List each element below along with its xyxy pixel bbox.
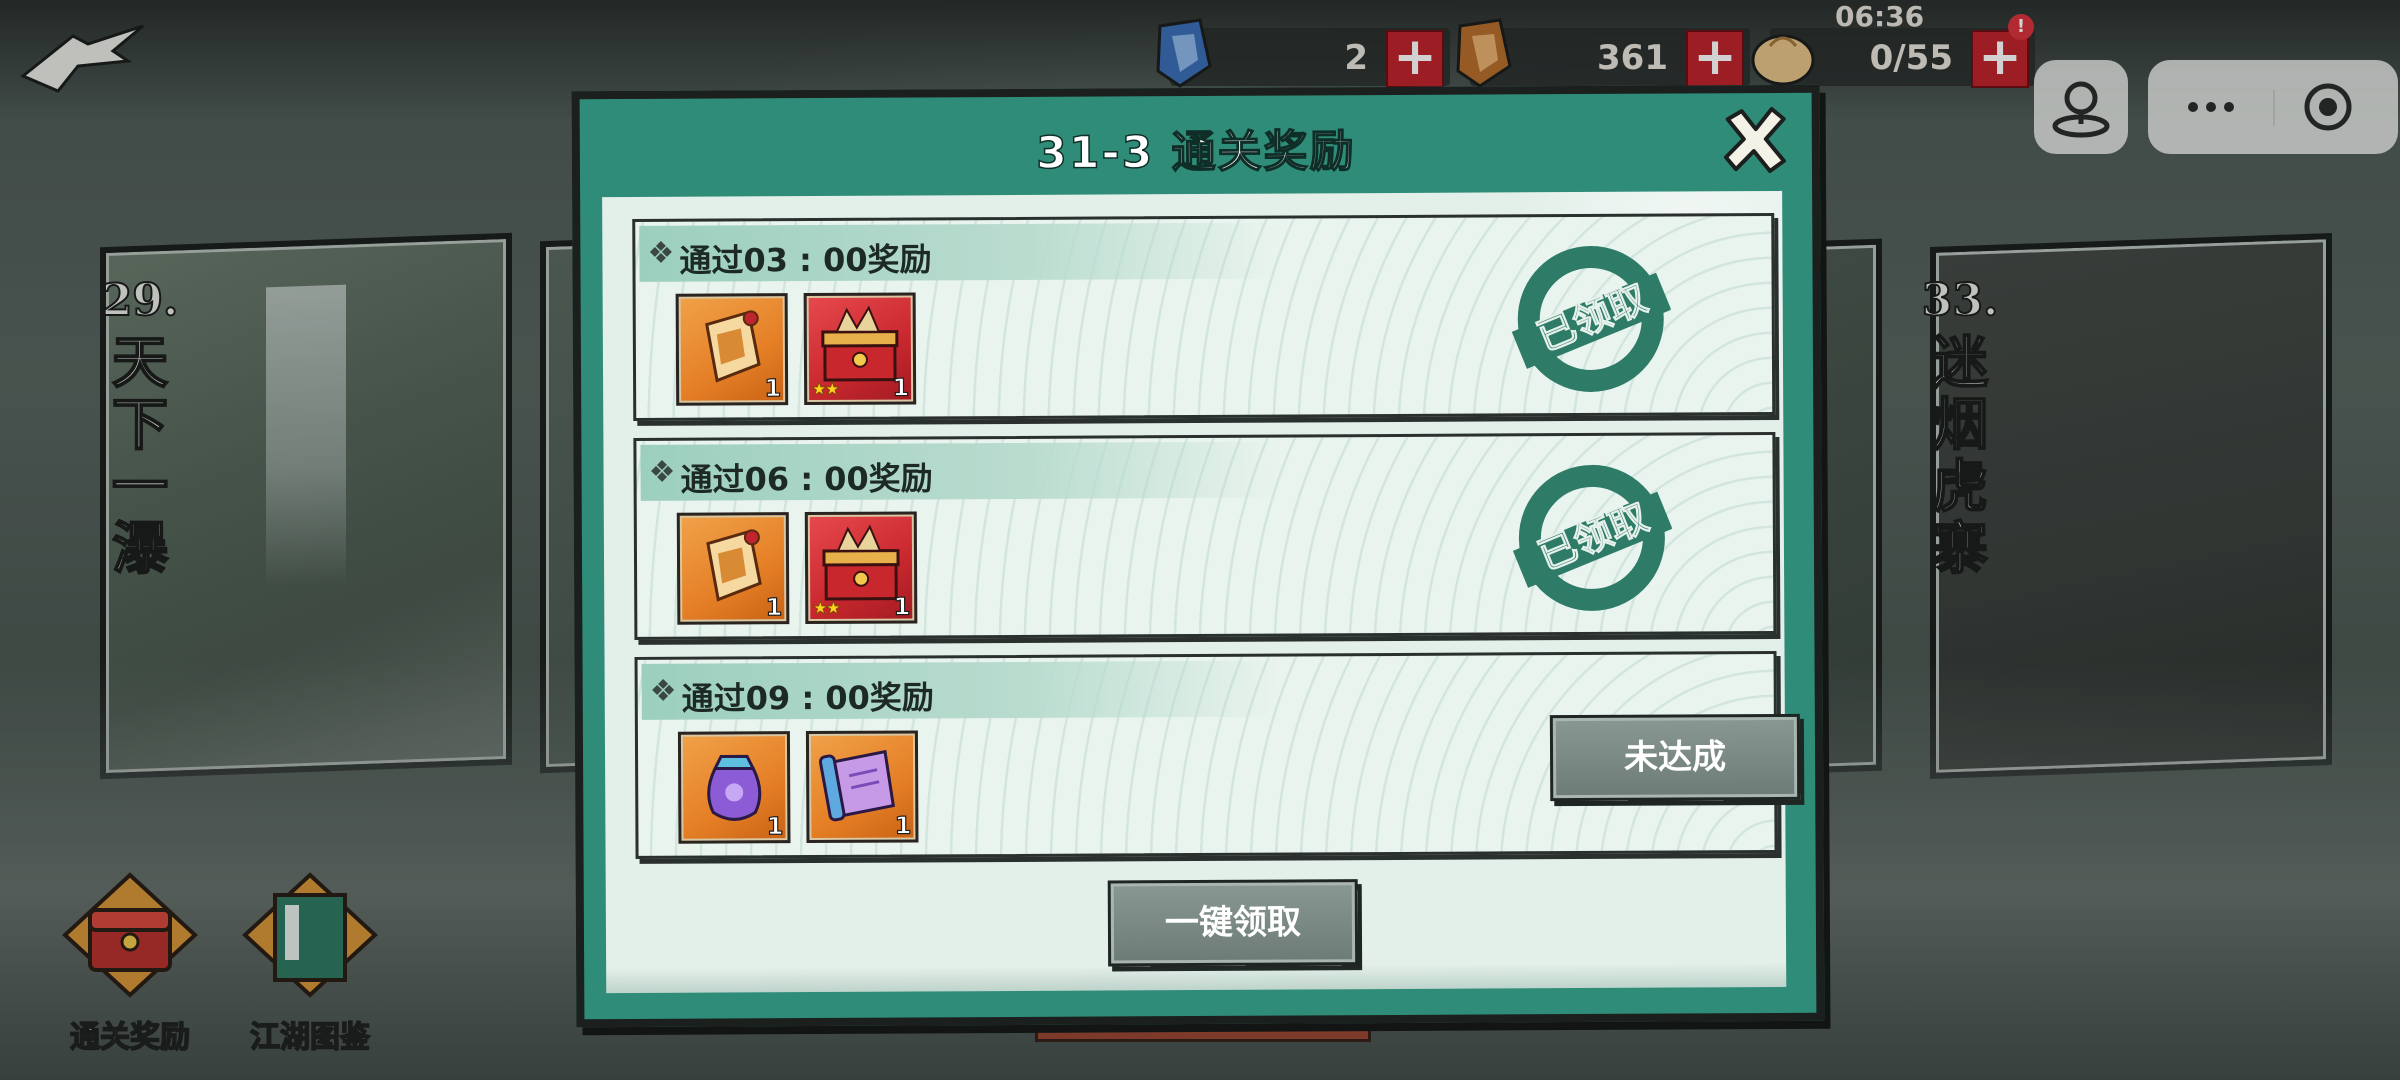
reward-row-header: ❖ 通过06 : 00奖励 — [640, 441, 1281, 501]
item-stars: ★★ — [812, 597, 839, 620]
reward-item[interactable]: ★★ 1 — [803, 292, 917, 406]
rewards-panel: ❖ 通过03 : 00奖励 1 ★★ 1 已领取 ❖ 通过06: 00奖励 1… — [602, 190, 1801, 994]
claimed-stamp: 已领取 — [1510, 239, 1672, 400]
item-count: 1 — [765, 593, 783, 622]
purple-scroll-icon — [818, 749, 896, 822]
reward-item[interactable]: 1 — [676, 512, 790, 625]
reward-row-header: ❖ 通过09 : 00奖励 — [641, 660, 1282, 720]
item-count: 1 — [892, 373, 910, 402]
reward-row: ❖ 通过03 : 00奖励 1 ★★ 1 已领取 — [632, 212, 1776, 421]
reward-row-header: ❖ 通过03 : 00奖励 — [639, 222, 1280, 282]
reward-item[interactable]: 1 — [677, 731, 791, 844]
reward-condition-text: 通过09 : 00奖励 — [681, 678, 934, 718]
reward-item[interactable]: 1 — [805, 730, 919, 844]
reward-row-title: ❖ 通过09 : 00奖励 — [650, 672, 934, 719]
token-scroll-icon — [706, 529, 762, 602]
item-count: 1 — [894, 811, 912, 840]
reward-row-title: ❖ 通过06 : 00奖励 — [648, 453, 933, 500]
panel-footer-shade — [606, 962, 1787, 994]
close-icon[interactable] — [1720, 105, 1790, 175]
dialog-title: 31-3 通关奖励 — [1035, 125, 1356, 179]
clear-rewards-dialog: 31-3 通关奖励 ❖ 通过03 : 00奖励 1 ★★ 1 已领取 ❖ 通过0… — [571, 84, 1825, 1028]
claimed-stamp: 已领取 — [1511, 458, 1673, 619]
purple-pouch-icon — [707, 754, 762, 821]
claim-all-button[interactable]: 一键领取 — [1107, 879, 1359, 967]
reward-row: ❖ 通过06 : 00奖励 1 ★★ 1 已领取 — [633, 431, 1777, 640]
reward-item[interactable]: ★★ 1 — [804, 511, 918, 625]
diamond-bullet-icon: ❖ — [649, 673, 677, 709]
treasure-box-icon — [821, 305, 899, 382]
reward-condition-text: 通过03 : 00奖励 — [679, 240, 932, 280]
reward-row: ❖ 通过09 : 00奖励 1 1 未达成 — [634, 650, 1801, 859]
token-scroll-icon — [705, 310, 761, 383]
reward-row-title: ❖ 通过03 : 00奖励 — [647, 234, 932, 281]
item-stars: ★★ — [811, 378, 838, 401]
item-count: 1 — [766, 812, 784, 841]
diamond-bullet-icon: ❖ — [648, 454, 676, 490]
reward-condition-text: 通过06 : 00奖励 — [680, 459, 933, 499]
item-count: 1 — [764, 374, 782, 403]
reward-item[interactable]: 1 — [675, 293, 789, 406]
diamond-bullet-icon: ❖ — [647, 235, 675, 271]
item-count: 1 — [893, 592, 911, 621]
not-achieved-button[interactable]: 未达成 — [1549, 713, 1801, 802]
treasure-box-icon — [822, 524, 900, 601]
